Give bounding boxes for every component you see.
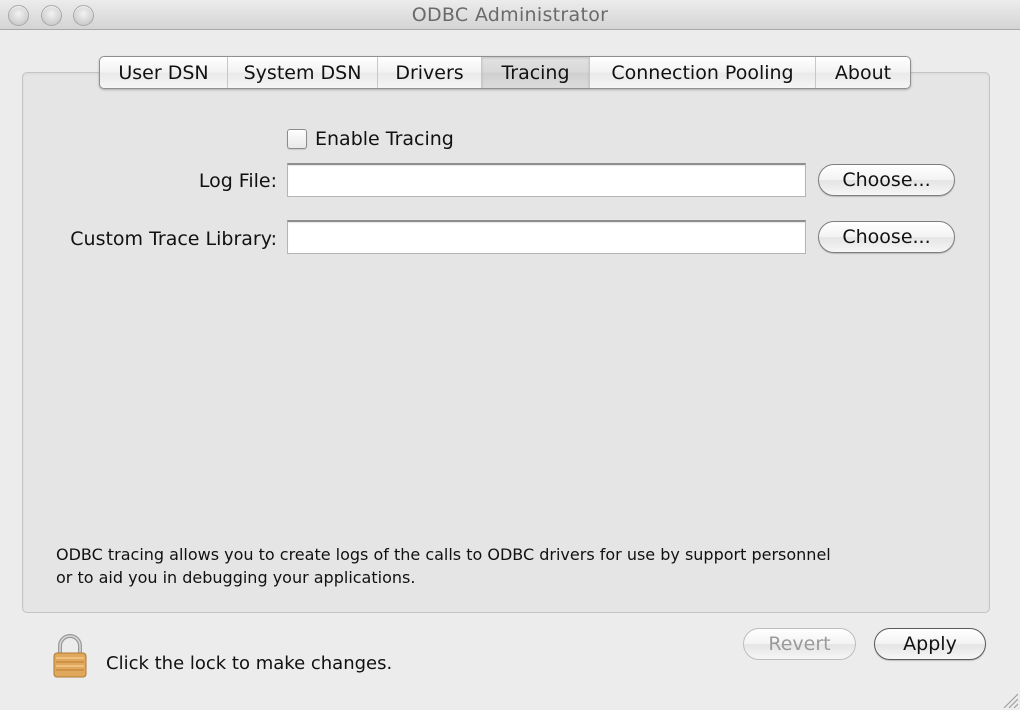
tab-user-dsn[interactable]: User DSN <box>100 57 228 88</box>
enable-tracing-label[interactable]: Enable Tracing <box>315 128 454 150</box>
title-bar: ODBC Administrator <box>0 0 1020 30</box>
custom-trace-library-label: Custom Trace Library: <box>70 228 277 250</box>
tab-tracing[interactable]: Tracing <box>482 57 590 88</box>
log-file-input[interactable] <box>287 163 806 197</box>
tab-drivers[interactable]: Drivers <box>378 57 482 88</box>
custom-trace-library-input[interactable] <box>287 220 806 254</box>
lock-status-text: Click the lock to make changes. <box>106 653 393 674</box>
window-title: ODBC Administrator <box>411 4 609 26</box>
tab-content-panel <box>22 72 990 613</box>
resize-grip-icon[interactable] <box>1000 690 1019 709</box>
log-file-label: Log File: <box>198 170 277 192</box>
revert-button[interactable]: Revert <box>743 628 856 660</box>
tab-connection-pooling[interactable]: Connection Pooling <box>590 57 816 88</box>
tracing-description-line-2: or to aid you in debugging your applicat… <box>56 568 416 587</box>
tab-bar: User DSN System DSN Drivers Tracing Conn… <box>99 56 911 89</box>
choose-log-file-button[interactable]: Choose... <box>818 164 955 196</box>
tab-system-dsn[interactable]: System DSN <box>228 57 378 88</box>
choose-trace-library-button[interactable]: Choose... <box>818 221 955 253</box>
enable-tracing-checkbox[interactable] <box>287 129 307 149</box>
lock-icon[interactable] <box>52 634 88 678</box>
tab-about[interactable]: About <box>816 57 910 88</box>
tracing-description-line-1: ODBC tracing allows you to create logs o… <box>56 545 831 564</box>
apply-button[interactable]: Apply <box>874 628 986 660</box>
tracing-description: ODBC tracing allows you to create logs o… <box>56 543 956 589</box>
enable-tracing-row: Enable Tracing <box>287 128 454 150</box>
